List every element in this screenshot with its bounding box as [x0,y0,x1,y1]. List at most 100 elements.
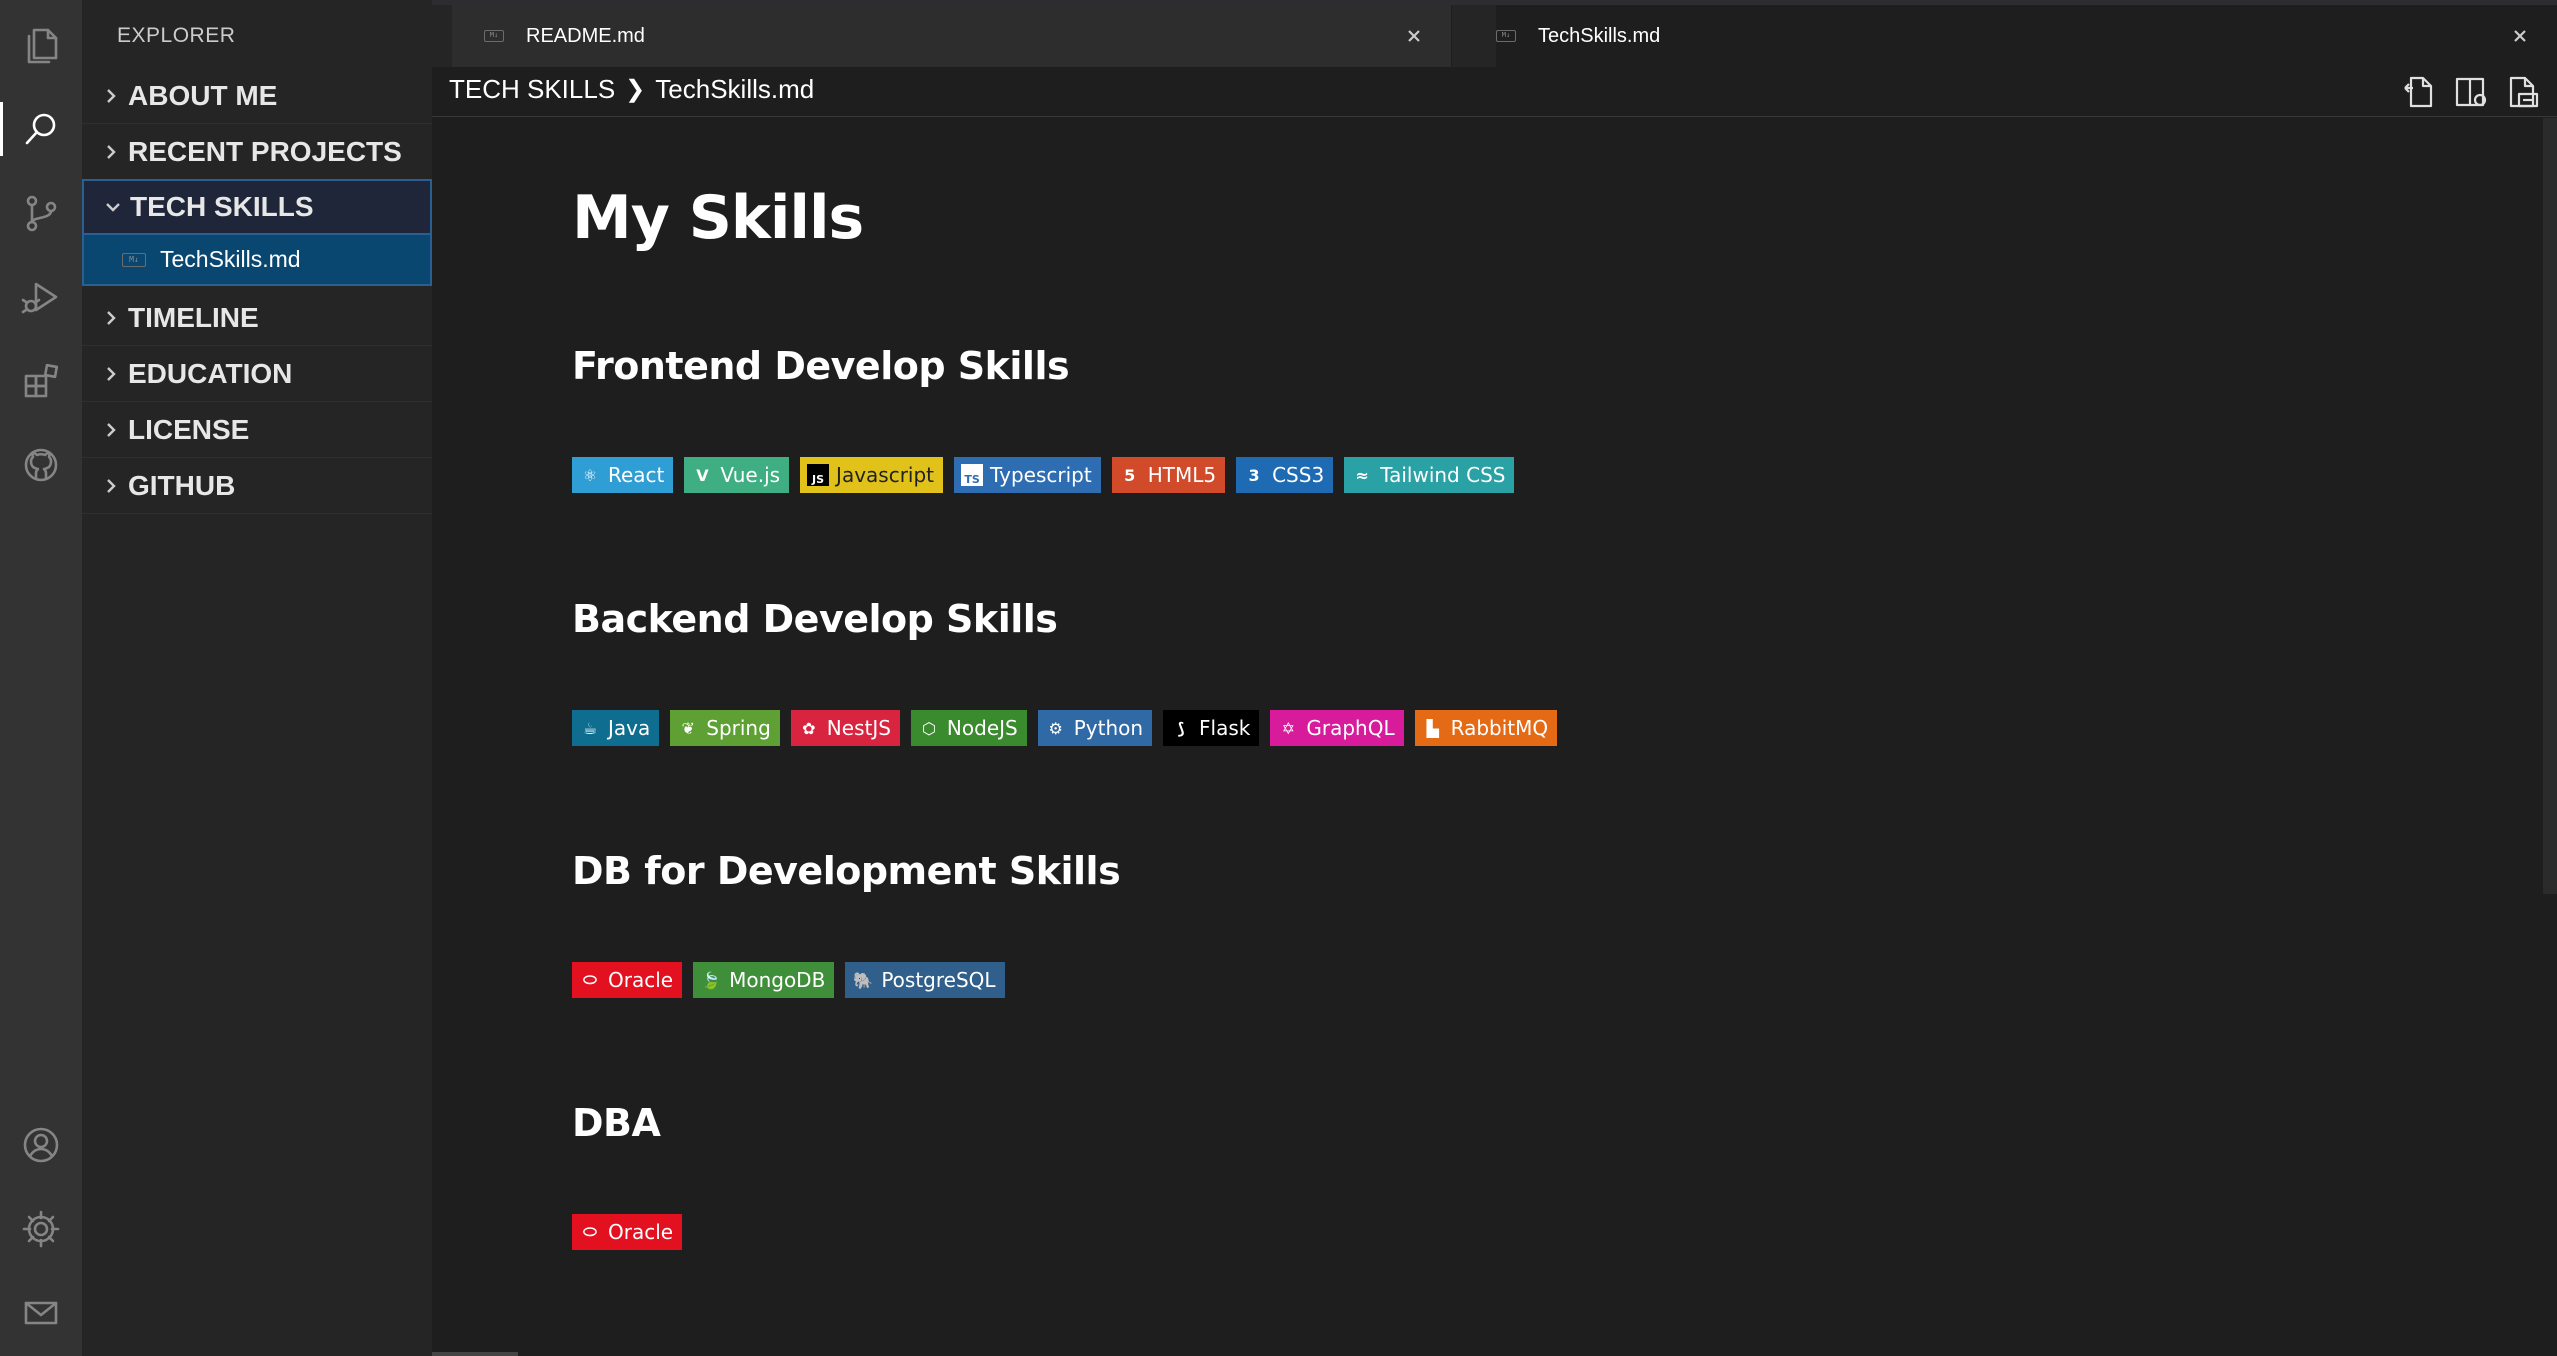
files-icon[interactable] [0,10,82,80]
badge-label: Javascript [836,463,935,487]
split-editor-icon[interactable] [2453,74,2489,110]
github-icon[interactable] [0,430,82,500]
tab-readme[interactable]: M↓ README.md [452,5,1452,67]
section-label: LICENSE [128,413,250,445]
rabbitmq-icon: ▙ [1426,718,1439,738]
postgresql-icon: 🐘 [853,970,874,990]
section-education[interactable]: EDUCATION [82,346,432,402]
run-debug-icon[interactable] [0,262,82,332]
badge-group-db: ⬭ Oracle 🍃 MongoDB 🐘 PostgreSQL [572,962,1005,998]
python-icon: ⚙ [1048,718,1063,738]
account-icon[interactable] [0,1110,82,1180]
settings-gear-icon[interactable] [0,1194,82,1264]
nodejs-badge: ⬡ NodeJS [910,710,1027,746]
badge-label: Tailwind CSS [1380,463,1506,487]
tailwind-css-badge: ≈ Tailwind CSS [1344,457,1515,493]
section-tech-skills[interactable]: TECH SKILLS [82,179,432,235]
chevron-right-icon [107,310,116,325]
open-preview-icon[interactable] [2401,74,2437,110]
section-heading: DBA [572,1101,661,1145]
css3-icon: 3 [1248,465,1260,485]
source-control-icon[interactable] [0,178,82,248]
badge-label: RabbitMQ [1450,716,1549,740]
markdown-file-icon: M↓ [122,252,146,267]
nestjs-icon: ✿ [802,718,816,738]
badge-label: Oracle [608,1220,674,1244]
section-recent-projects[interactable]: RECENT PROJECTS [82,124,432,180]
horizontal-scrollbar[interactable] [432,1352,518,1356]
badge-label: NestJS [826,716,891,740]
chevron-right-icon [107,366,116,381]
oracle-badge: ⬭ Oracle [572,1214,683,1250]
mail-icon[interactable] [0,1278,82,1348]
section-github[interactable]: GITHUB [82,458,432,514]
badge-label: CSS3 [1272,463,1325,487]
badge-label: GraphQL [1306,716,1395,740]
oracle-icon: ⬭ [583,1222,597,1241]
extensions-icon[interactable] [0,346,82,416]
badge-label: React [608,463,665,487]
badge-label: PostgreSQL [881,968,996,992]
mongodb-icon: 🍃 [701,970,722,990]
nestjs-badge: ✿ NestJS [790,710,900,746]
breadcrumb-section[interactable]: TECH SKILLS [449,74,615,105]
editor-toolbar [2401,74,2557,110]
typescript-badge: TS Typescript [954,457,1101,493]
typescript-icon: TS [961,464,984,486]
close-icon[interactable] [2513,29,2527,43]
section-label: TECH SKILLS [130,191,314,222]
postgresql-badge: 🐘 PostgreSQL [845,962,1005,998]
tab-techskills[interactable]: M↓ TechSkills.md [1496,5,2557,67]
breadcrumb-divider [432,116,2557,117]
javascript-icon: JS [807,464,830,486]
chevron-right-icon [107,144,116,159]
badge-label: Java [608,716,651,740]
java-icon: ☕ [582,718,598,738]
activity-bar [0,0,82,1356]
badge-group-frontend: ⚛ React V Vue.js JS Javascript TS Typescript 5 HT… [572,457,1515,493]
section-label: ABOUT ME [128,79,278,111]
page-title: My Skills [572,183,864,253]
nodejs-icon: ⬡ [921,718,936,738]
section-license[interactable]: LICENSE [82,402,432,458]
breadcrumb-file[interactable]: TechSkills.md [655,74,814,105]
tab-label: TechSkills.md [1538,24,1661,47]
react-badge: ⚛ React [572,457,674,493]
chevron-right-icon [107,478,116,493]
search-icon[interactable] [0,94,82,164]
explorer-sidebar: EXPLORER ABOUT ME RECENT PROJECTS TECH S… [82,0,432,1356]
spring-badge: ❦ Spring [670,710,780,746]
section-timeline[interactable]: TIMELINE [82,290,432,346]
file-name: TechSkills.md [160,246,301,272]
file-item-techskills[interactable]: M↓ TechSkills.md [82,233,432,286]
badge-label: Python [1073,716,1144,740]
markdown-file-icon: M↓ [484,30,504,42]
badge-label: NodeJS [946,716,1018,740]
chevron-right-icon [107,88,116,103]
section-label: GITHUB [128,469,236,501]
section-heading: DB for Development Skills [572,849,1121,893]
section-label: RECENT PROJECTS [128,135,402,167]
section-label: EDUCATION [128,357,293,389]
html5-icon: 5 [1124,465,1136,485]
java-badge: ☕ Java [572,710,660,746]
tailwind-icon: ≈ [1355,465,1369,485]
badge-group-dba: ⬭ Oracle [572,1214,683,1250]
flask-icon: ⟆ [1177,718,1185,738]
chevron-down-icon [106,203,120,212]
breadcrumb-separator: ❯ [625,76,646,103]
markdown-file-icon: M↓ [1496,30,1516,42]
vue-icon: V [696,465,709,485]
badge-label: Typescript [990,463,1092,487]
editor-tab-bar: M↓ README.md M↓ TechSkills.md [432,5,2557,67]
oracle-icon: ⬭ [583,970,597,989]
close-icon[interactable] [1407,29,1421,43]
graphql-badge: ✡ GraphQL [1270,710,1404,746]
css3-badge: 3 CSS3 [1236,457,1334,493]
chevron-right-icon [107,422,116,437]
javascript-badge: JS Javascript [800,457,944,493]
section-about-me[interactable]: ABOUT ME [82,68,432,124]
vertical-scrollbar[interactable] [2543,118,2557,894]
tab-label: README.md [526,24,645,47]
show-source-icon[interactable] [2505,74,2541,110]
